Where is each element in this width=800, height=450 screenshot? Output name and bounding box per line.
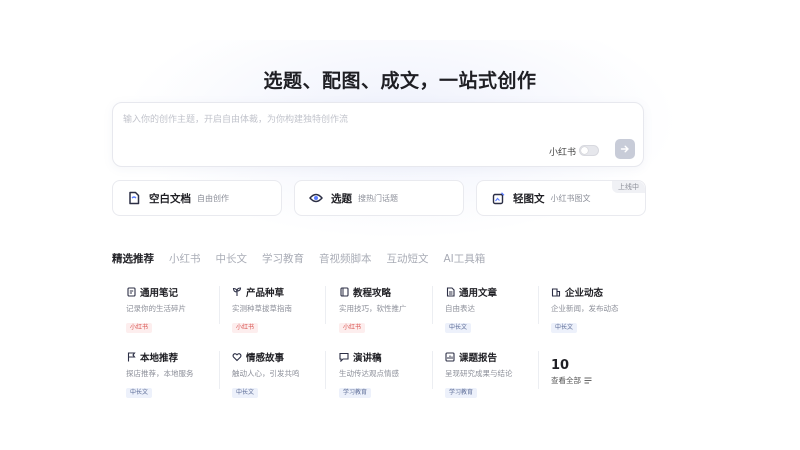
building-icon	[551, 287, 561, 297]
mode-subtitle: 自由创作	[197, 193, 229, 203]
template-card[interactable]: 通用文章 自由表达 中长文	[445, 286, 541, 333]
template-card[interactable]: 企业动态 企业新闻，发布动态 中长文	[551, 286, 647, 333]
speech-icon	[339, 352, 349, 362]
template-tag: 中长文	[126, 388, 153, 398]
template-title: 课题报告	[459, 353, 498, 364]
column-divider	[432, 286, 433, 324]
mode-card-topic[interactable]: 选题 搜热门话题	[294, 180, 464, 216]
template-title: 通用文章	[459, 288, 498, 299]
template-tag: 中长文	[551, 323, 578, 333]
book-icon	[339, 287, 349, 297]
mode-title: 轻图文	[513, 192, 545, 205]
mode-title: 选题	[331, 192, 352, 205]
column-divider	[219, 286, 220, 324]
mode-subtitle: 小红书图文	[550, 193, 591, 203]
toggle-knob	[581, 147, 588, 154]
mode-title: 空白文档	[149, 192, 191, 205]
template-tag: 中长文	[445, 323, 472, 333]
note-icon	[126, 287, 136, 297]
template-desc: 企业新闻，发布动态	[551, 304, 619, 313]
template-tag: 小红书	[232, 323, 259, 333]
template-desc: 记录你的生活碎片	[126, 304, 186, 313]
document-icon	[127, 191, 141, 205]
template-desc: 实测种草拔草指南	[232, 304, 292, 313]
platform-toggle[interactable]	[579, 145, 599, 156]
template-title: 演讲稿	[353, 353, 382, 364]
column-divider	[432, 351, 433, 389]
template-title: 企业动态	[565, 288, 604, 299]
template-tag: 小红书	[126, 323, 153, 333]
template-desc: 探店推荐，本地服务	[126, 369, 194, 378]
template-card[interactable]: 教程攻略 实用技巧，软性推广 小红书	[339, 286, 435, 333]
mode-card-light-post[interactable]: 轻图文 小红书图文 上线中	[476, 180, 646, 216]
column-divider	[325, 351, 326, 389]
template-tag: 学习教育	[339, 388, 372, 398]
column-divider	[538, 286, 539, 324]
template-card[interactable]: 情感故事 触动人心，引发共鸣 中长文	[232, 351, 328, 398]
template-tag: 学习教育	[445, 388, 478, 398]
report-icon	[445, 352, 455, 362]
arrow-right-icon	[620, 145, 629, 153]
template-card[interactable]: 产品种草 实测种草拔草指南 小红书	[232, 286, 328, 333]
template-tag: 中长文	[232, 388, 259, 398]
sprout-icon	[232, 287, 242, 297]
article-icon	[445, 287, 455, 297]
tab-education[interactable]: 学习教育	[262, 251, 304, 266]
mode-card-blank-doc[interactable]: 空白文档 自由创作	[112, 180, 282, 216]
tab-long-article[interactable]: 中长文	[216, 251, 248, 266]
template-desc: 触动人心，引发共鸣	[232, 369, 300, 378]
template-desc: 实用技巧，软性推广	[339, 304, 407, 313]
status-badge: 上线中	[612, 181, 645, 193]
flag-icon	[126, 352, 136, 362]
template-card[interactable]: 本地推荐 探店推荐，本地服务 中长文	[126, 351, 222, 398]
view-all-label: 查看全部	[551, 376, 581, 385]
template-title: 教程攻略	[353, 288, 392, 299]
tab-video-script[interactable]: 音视频脚本	[319, 251, 372, 266]
template-desc: 呈现研究成果与结论	[445, 369, 513, 378]
template-card[interactable]: 通用笔记 记录你的生活碎片 小红书	[126, 286, 222, 333]
page-title: 选题、配图、成文，一站式创作	[263, 70, 537, 92]
target-eye-icon	[309, 191, 323, 205]
template-title: 情感故事	[246, 353, 285, 364]
send-button[interactable]	[615, 139, 635, 159]
template-title: 通用笔记	[140, 288, 179, 299]
tab-featured[interactable]: 精选推荐	[112, 251, 154, 266]
column-divider	[538, 351, 539, 389]
template-card[interactable]: 课题报告 呈现研究成果与结论 学习教育	[445, 351, 541, 398]
column-divider	[325, 286, 326, 324]
topic-input[interactable]	[123, 111, 633, 129]
template-title: 本地推荐	[140, 353, 179, 364]
template-count: 10	[551, 358, 570, 373]
template-title: 产品种草	[246, 288, 285, 299]
column-divider	[219, 351, 220, 389]
heart-chat-icon	[232, 352, 242, 362]
category-tabs: 精选推荐 小红书 中长文 学习教育 音视频脚本 互动短文 AI工具箱	[112, 251, 485, 266]
template-tag: 小红书	[339, 323, 366, 333]
composer-box: 小红书	[112, 102, 644, 167]
tab-xiaohongshu[interactable]: 小红书	[169, 251, 201, 266]
template-desc: 自由表达	[445, 304, 475, 313]
platform-label: 小红书	[549, 148, 577, 158]
image-edit-icon	[491, 191, 505, 205]
tab-ai-toolbox[interactable]: AI工具箱	[444, 251, 486, 266]
tab-interactive-short[interactable]: 互动短文	[387, 251, 429, 266]
template-desc: 生动传达观点情感	[339, 369, 399, 378]
mode-subtitle: 搜热门话题	[358, 193, 398, 203]
template-card[interactable]: 演讲稿 生动传达观点情感 学习教育	[339, 351, 435, 398]
list-icon	[584, 377, 592, 384]
view-all-link[interactable]: 查看全部	[551, 375, 592, 386]
